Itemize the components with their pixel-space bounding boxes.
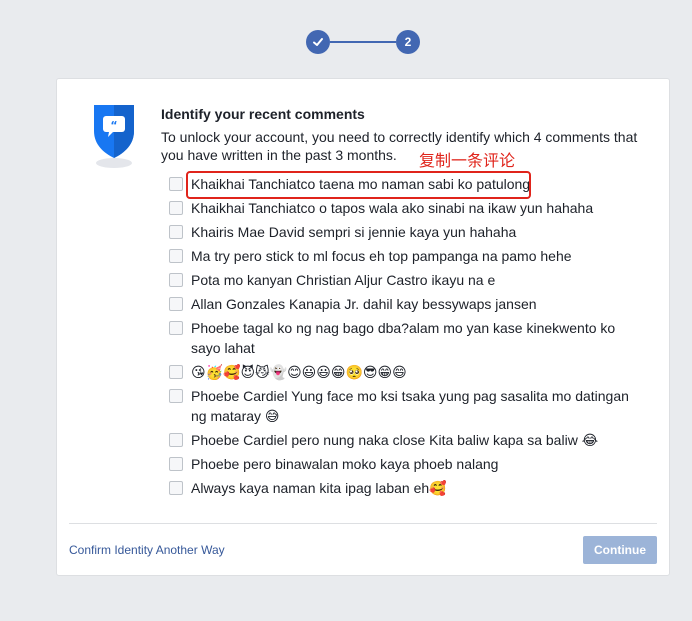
identify-comments-card: “ Identify your recent comments To unloc… — [56, 78, 670, 576]
step-2-current: 2 — [396, 30, 420, 54]
comment-option[interactable]: Phoebe Cardiel pero nung naka close Kita… — [169, 430, 639, 450]
comment-checkbox[interactable] — [169, 273, 183, 287]
comment-option[interactable]: Pota mo kanyan Christian Aljur Castro ik… — [169, 270, 639, 290]
checkmark-icon — [313, 38, 323, 46]
svg-text:“: “ — [110, 119, 117, 132]
comment-option-label: Phoebe tagal ko ng nag bago dba?alam mo … — [191, 320, 616, 356]
comment-option-label: Phoebe pero binawalan moko kaya phoeb na… — [191, 456, 499, 472]
comment-option[interactable]: Phoebe Cardiel Yung face mo ksi tsaka yu… — [169, 386, 639, 426]
comment-option-label: Allan Gonzales Kanapia Jr. dahil kay bes… — [191, 296, 537, 312]
comment-checkbox[interactable] — [169, 481, 183, 495]
annotation-highlight-box — [186, 171, 531, 199]
comment-option-label: Always kaya naman kita ipag laban eh🥰 — [191, 480, 447, 496]
card-description: To unlock your account, you need to corr… — [161, 129, 638, 163]
comment-option-label: Khaikhai Tanchiatco o tapos wala ako sin… — [191, 200, 594, 216]
comment-option[interactable]: Phoebe pero binawalan moko kaya phoeb na… — [169, 454, 639, 474]
shield-comment-icon: “ — [94, 105, 134, 168]
comment-checkbox[interactable] — [169, 389, 183, 403]
comment-option[interactable]: Khaikhai Tanchiatco o tapos wala ako sin… — [169, 198, 639, 218]
comment-option-label: Phoebe Cardiel Yung face mo ksi tsaka yu… — [191, 388, 629, 424]
comment-checkbox[interactable] — [169, 225, 183, 239]
confirm-identity-another-way-link[interactable]: Confirm Identity Another Way — [69, 543, 225, 557]
comment-checkbox[interactable] — [169, 433, 183, 447]
comment-checkbox[interactable] — [169, 297, 183, 311]
comment-option[interactable]: Allan Gonzales Kanapia Jr. dahil kay bes… — [169, 294, 639, 314]
comment-option-label: Phoebe Cardiel pero nung naka close Kita… — [191, 432, 599, 448]
comment-checkbox[interactable] — [169, 201, 183, 215]
comment-option-label: 😘🥳🥰😈😼👻😊😃😃😁🥺😎😁😄 — [191, 364, 407, 380]
card-title: Identify your recent comments — [161, 106, 365, 122]
step-1-complete — [306, 30, 330, 54]
comment-options-list: Khaikhai Tanchiatco taena mo naman sabi … — [169, 174, 639, 502]
comment-checkbox[interactable] — [169, 249, 183, 263]
comment-option-label: Khairis Mae David sempri si jennie kaya … — [191, 224, 517, 240]
comment-option-label: Ma try pero stick to ml focus eh top pam… — [191, 248, 572, 264]
footer-divider — [69, 523, 657, 524]
annotation-text: 复制一条评论 — [419, 151, 516, 170]
comment-checkbox[interactable] — [169, 457, 183, 471]
comment-checkbox[interactable] — [169, 365, 183, 379]
continue-button[interactable]: Continue — [583, 536, 657, 564]
stepper-connector — [330, 41, 396, 43]
comment-checkbox[interactable] — [169, 321, 183, 335]
progress-stepper: 2 — [306, 30, 420, 54]
comment-option[interactable]: Ma try pero stick to ml focus eh top pam… — [169, 246, 639, 266]
comment-option[interactable]: 😘🥳🥰😈😼👻😊😃😃😁🥺😎😁😄 — [169, 362, 639, 382]
comment-option[interactable]: Phoebe tagal ko ng nag bago dba?alam mo … — [169, 318, 639, 358]
comment-option[interactable]: Khairis Mae David sempri si jennie kaya … — [169, 222, 639, 242]
comment-option-label: Pota mo kanyan Christian Aljur Castro ik… — [191, 272, 496, 288]
comment-option[interactable]: Always kaya naman kita ipag laban eh🥰 — [169, 478, 639, 498]
comment-checkbox[interactable] — [169, 177, 183, 191]
